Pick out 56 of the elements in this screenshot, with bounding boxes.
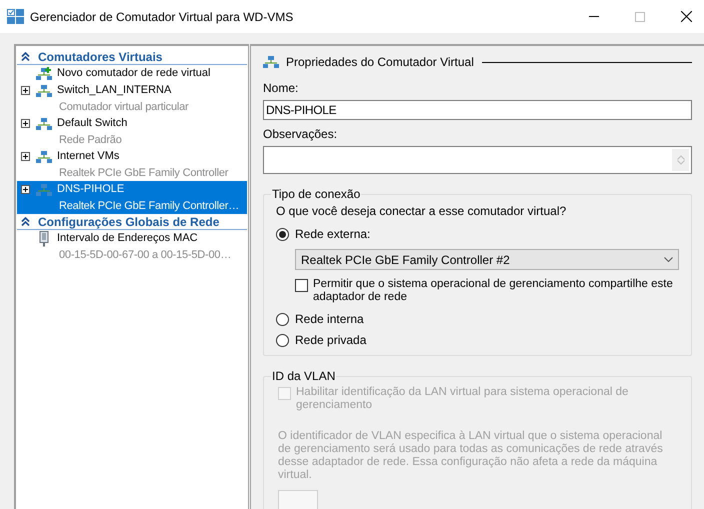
sidebar-item[interactable]: Novo comutador de rede virtual	[17, 65, 247, 82]
field-label: Nome:	[263, 81, 300, 95]
item-label: DNS-PIHOLE	[57, 182, 124, 198]
section-header[interactable]: Configurações Globais de Rede	[38, 216, 220, 228]
vlan-description: O identificador de VLAN especifica à LAN virtual que o sistema operacional de gerenciamento será usado para todas as comunicações de rede através desse adaptador de rede. Essa configuração não afeta a rede da máquina virtual.	[278, 430, 664, 482]
item-description: Realtek PCIe GbE Family Controller	[59, 166, 228, 181]
adapter-dropdown[interactable]: Realtek PCIe GbE Family Controller #2	[295, 249, 679, 270]
group-legend: ID da VLAN	[271, 369, 336, 383]
item-label: Novo comutador de rede virtual	[57, 66, 210, 82]
field-value: DNS-PIHOLE	[266, 102, 336, 119]
radio-button[interactable]	[276, 312, 289, 326]
checkbox-label[interactable]: Permitir que o sistema operacional de gerenciamento compartilhe este adaptador de rede	[313, 278, 679, 304]
checkbox[interactable]	[295, 279, 308, 292]
radio-label[interactable]: Rede privada	[295, 333, 366, 347]
panel-title: Propriedades do Comutador Virtual	[286, 54, 474, 71]
item-label: Default Switch	[57, 116, 128, 132]
item-label: Internet VMs	[57, 149, 120, 164]
expand-icon[interactable]	[21, 152, 30, 161]
sidebar-item[interactable]: Switch_LAN_INTERNA Comutador virtual particular	[17, 82, 247, 115]
item-description: Comutador virtual particular	[59, 100, 189, 115]
radio-label[interactable]: Rede externa:	[295, 227, 370, 241]
sidebar-item[interactable]: DNS-PIHOLE Realtek PCIe GbE Family Controller…	[17, 181, 247, 214]
network-icon	[36, 150, 52, 164]
item-label: Intervalo de Endereços MAC	[57, 231, 198, 246]
vlan-id-field[interactable]	[278, 490, 318, 509]
network-icon	[36, 84, 52, 98]
radio-button[interactable]	[276, 334, 289, 346]
network-icon	[263, 55, 279, 69]
name-field[interactable]: DNS-PIHOLE	[263, 100, 692, 120]
section-header[interactable]: Comutadores Virtuais	[38, 50, 162, 62]
dropdown-value: Realtek PCIe GbE Family Controller #2	[301, 252, 510, 268]
close-icon[interactable]	[681, 11, 692, 22]
item-label: Switch_LAN_INTERNA	[57, 83, 172, 98]
network-card-icon	[39, 230, 49, 246]
notes-field[interactable]	[263, 146, 692, 174]
network-icon	[36, 116, 52, 130]
question-text: O que você deseja conectar a esse comutador virtual?	[276, 204, 568, 218]
expand-icon[interactable]	[21, 86, 30, 95]
item-description: Realtek PCIe GbE Family Controller…	[59, 198, 240, 214]
collapse-chevron-icon[interactable]	[21, 52, 30, 61]
item-description: 00-15-5D-00-67-00 a 00-15-5D-00…	[59, 248, 232, 263]
field-label: Observações:	[263, 127, 338, 141]
sidebar-item[interactable]: Intervalo de Endereços MAC 00-15-5D-00-67-00 a 00-15-5D-00…	[17, 230, 247, 263]
sidebar-item[interactable]: Internet VMs Realtek PCIe GbE Family Controller	[17, 148, 247, 181]
sidebar-item[interactable]: Default Switch Rede Padrão	[17, 115, 247, 148]
expand-icon[interactable]	[21, 119, 30, 128]
app-icon	[7, 9, 24, 24]
radio-button[interactable]	[276, 228, 289, 240]
new-network-icon	[36, 66, 52, 80]
group-legend: Tipo de conexão	[271, 187, 362, 201]
collapse-chevron-icon[interactable]	[21, 217, 30, 226]
window-title: Gerenciador de Comutador Virtual para WD-VMS	[30, 8, 294, 26]
radio-label[interactable]: Rede interna	[295, 312, 364, 326]
expand-icon[interactable]	[21, 185, 30, 194]
item-description: Rede Padrão	[59, 132, 122, 148]
network-icon	[36, 182, 52, 196]
